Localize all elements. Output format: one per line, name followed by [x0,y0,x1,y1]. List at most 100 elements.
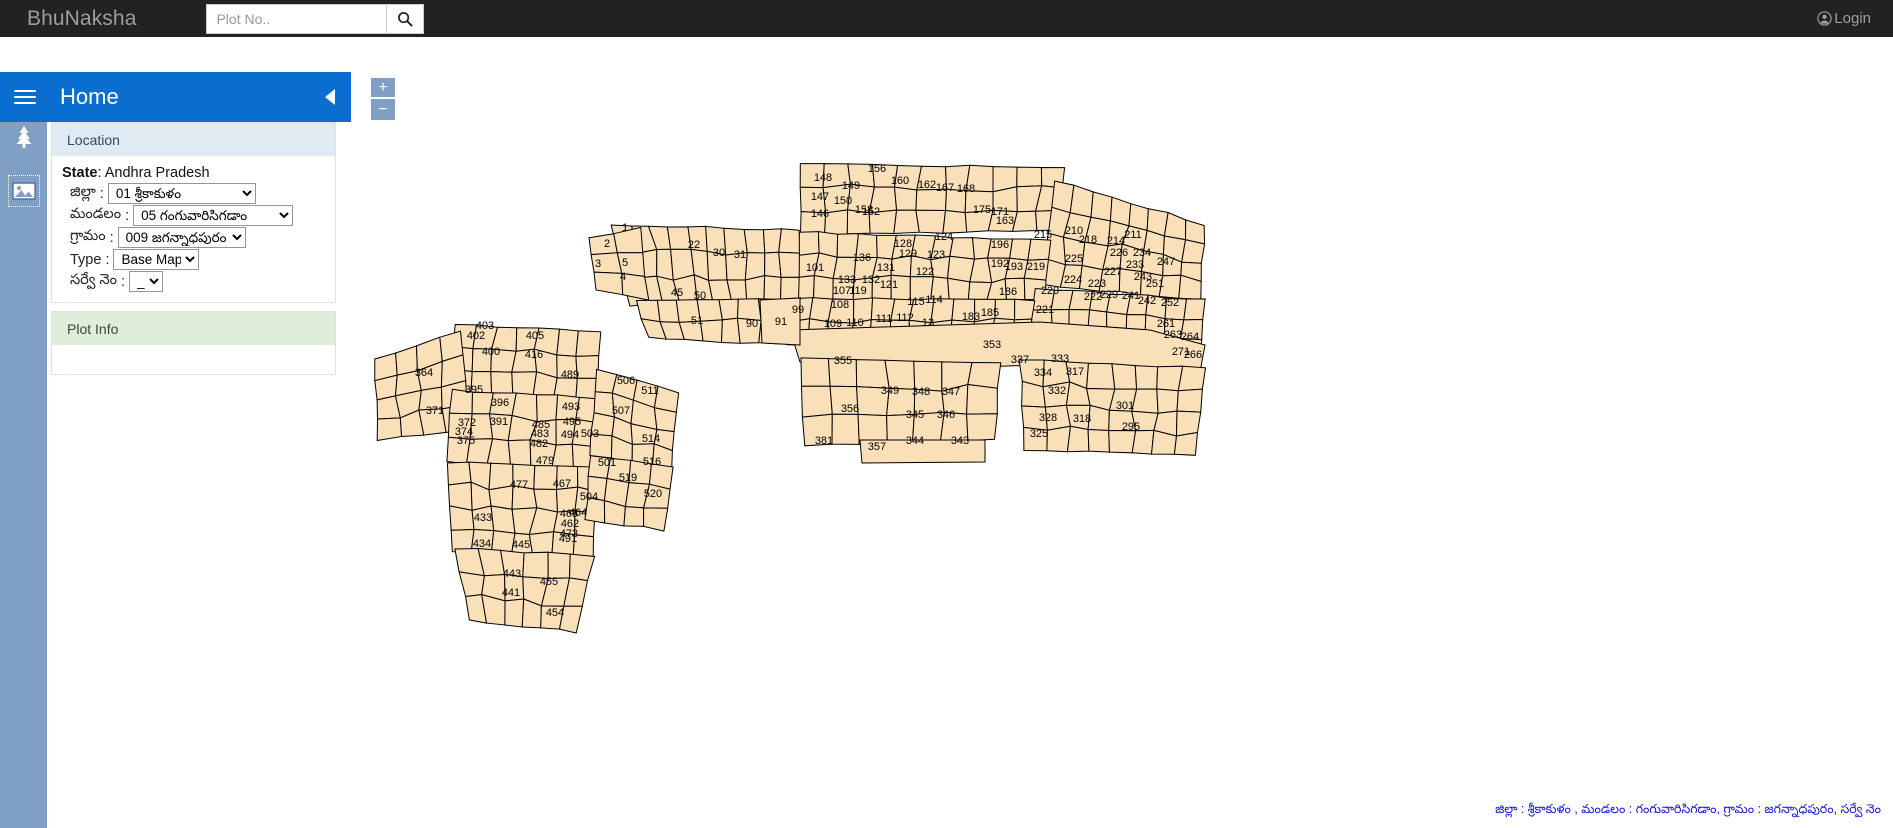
map-canvas[interactable]: + − 148 156 160 162 167 168 147 149 150 152 158 171… [351,37,1893,828]
village-row: గ్రామం : 009 జగన్నాధపురం [62,227,335,248]
login-link[interactable]: Login [1817,0,1871,37]
parcel-polygon[interactable] [446,461,472,486]
parcel-polygon[interactable] [1108,429,1137,454]
parcel-polygon[interactable] [763,275,782,302]
parcel-polygon[interactable] [779,276,800,302]
parcel-polygon[interactable] [1181,239,1206,264]
district-select[interactable]: 01 శ్రీకాకుళం [107,183,256,204]
parcel-number: 467 [553,478,571,490]
parcel-polygon[interactable] [1027,238,1052,261]
chevron-left-icon[interactable] [325,89,335,105]
parcel-number: 445 [512,539,530,551]
parcel-number: 156 [868,163,886,175]
parcel-number: 371 [426,405,444,417]
parcel-polygon[interactable] [535,394,559,423]
parcel-polygon[interactable] [778,251,800,278]
parcel-polygon[interactable] [1131,429,1155,455]
parcel-number: 264 [1181,331,1199,343]
parcel-polygon[interactable] [1046,425,1072,453]
parcel-polygon[interactable] [743,228,766,254]
survey-select[interactable]: _ [129,271,164,292]
parcel-polygon[interactable] [966,413,998,442]
parcel-polygon[interactable] [643,507,669,532]
parcel-polygon[interactable] [448,505,475,531]
parcel-polygon[interactable] [1016,166,1043,188]
parcel-polygon[interactable] [1090,191,1113,222]
parcel-polygon[interactable] [1069,184,1094,218]
parcel-number: 516 [643,456,661,468]
parcel-polygon[interactable] [623,506,645,527]
parcel-polygon[interactable] [949,237,976,260]
login-label: Login [1834,10,1871,27]
parcel-polygon[interactable] [656,299,680,323]
parcel-number: 381 [815,435,833,447]
parcel-number: 489 [561,369,579,381]
parcel-polygon[interactable] [1087,404,1110,432]
parcel-polygon[interactable] [744,274,766,303]
parcel-number: 348 [912,386,930,398]
parcel-polygon[interactable] [966,383,998,415]
type-label: Type [70,251,102,268]
app-brand[interactable]: BhuNaksha [27,7,136,31]
search-button[interactable] [386,3,425,34]
parcel-polygon[interactable] [942,209,968,234]
search-input[interactable] [206,3,387,34]
parcel-polygon[interactable] [376,417,403,442]
parcel-polygon[interactable] [1111,363,1138,390]
parcel-polygon[interactable] [635,299,661,323]
parcel-polygon[interactable] [522,551,549,580]
parcel-polygon[interactable] [778,228,800,254]
parcel-polygon[interactable] [967,361,1002,389]
parcel-polygon[interactable] [1086,362,1116,390]
parcel-polygon[interactable] [699,319,723,344]
location-card-body: State: Andhra Pradesh జిల్లా : 01 శ్రీకా… [52,156,335,302]
type-select[interactable]: Base Map [113,249,200,270]
parcel-polygon[interactable] [720,317,741,344]
parcel-polygon[interactable] [1173,431,1199,456]
parcel-polygon[interactable] [855,359,890,389]
parcel-polygon[interactable] [1156,388,1179,414]
parcel-polygon[interactable] [1134,365,1159,390]
parcel-polygon[interactable] [593,271,624,296]
parcel-polygon[interactable] [798,231,820,256]
parcel-polygon[interactable] [915,209,947,234]
zoom-out-button[interactable]: − [371,99,395,120]
parcel-polygon[interactable] [547,551,571,580]
parcel-polygon[interactable] [800,357,831,387]
parcel-polygon[interactable] [1177,365,1207,392]
survey-row: సర్వే నెం : _ [62,271,335,292]
parcel-number: 1 [622,222,628,234]
parcel-number: 91 [775,316,787,328]
parcel-polygon[interactable] [507,439,532,468]
parcel-polygon[interactable] [893,209,920,235]
parcel-polygon[interactable] [556,328,579,357]
parcel-polygon[interactable] [718,298,739,321]
image-layer-button[interactable] [7,175,40,207]
parcel-polygon[interactable] [812,275,834,300]
parcel-polygon[interactable] [575,330,602,357]
parcel-polygon[interactable] [653,407,677,433]
parcel-polygon[interactable] [1131,388,1159,414]
village-select[interactable]: 009 జగన్నాధపురం [117,227,246,248]
parcel-polygon[interactable] [568,553,596,582]
tree-layer-button[interactable] [9,122,39,152]
parcel-polygon[interactable] [1163,211,1187,241]
parcel-polygon[interactable] [831,413,860,445]
parcel-polygon[interactable] [1066,425,1090,453]
parcel-polygon[interactable] [1087,428,1111,453]
parcel-polygon[interactable] [504,598,525,628]
parcel-number: 175 [973,204,991,216]
parcel-polygon[interactable] [893,186,918,211]
parcel-polygon[interactable] [575,355,600,379]
hamburger-icon[interactable] [14,86,36,108]
parcel-polygon[interactable] [1176,388,1203,413]
parcel-polygon[interactable] [1014,298,1036,321]
parcel-polygon[interactable] [490,505,516,534]
parcel-polygon[interactable] [1183,298,1206,321]
parcel-polygon[interactable] [458,571,485,598]
zoom-in-button[interactable]: + [371,78,395,99]
cadastral-parcel-layer[interactable]: 148156160 162 167 168147149150152158 1711461… [351,37,1893,828]
mandal-select[interactable]: 05 గంగువారిసిగడాం [133,205,294,226]
parcel-polygon[interactable] [947,277,971,301]
parcel-polygon[interactable] [800,385,833,418]
